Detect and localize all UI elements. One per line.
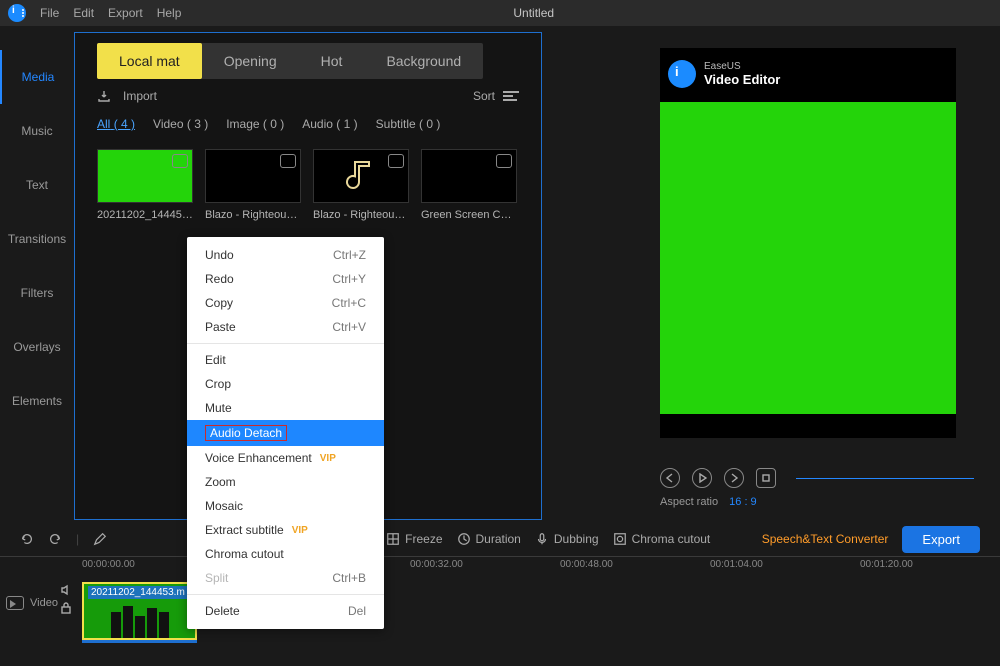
media-tabs: Local mat Opening Hot Background — [97, 43, 483, 79]
preview-brand1: EaseUS — [704, 61, 780, 72]
menu-help[interactable]: Help — [157, 6, 182, 20]
menu-edit[interactable]: Edit — [73, 6, 94, 20]
next-frame-button[interactable] — [724, 468, 744, 488]
tab-opening[interactable]: Opening — [202, 43, 299, 79]
rail-transitions[interactable]: Transitions — [0, 212, 74, 266]
rail-media[interactable]: Media — [0, 50, 74, 104]
speech-text-converter[interactable]: Speech&Text Converter — [762, 532, 889, 546]
rail-music[interactable]: Music — [0, 104, 74, 158]
cat-audio[interactable]: Audio ( 1 ) — [302, 117, 357, 131]
lock-track-icon[interactable] — [60, 602, 72, 614]
tab-hot[interactable]: Hot — [299, 43, 365, 79]
ctx-redo[interactable]: RedoCtrl+Y — [187, 267, 384, 291]
thumbs-row: 20211202_144453.m... Blazo - Righteous P… — [75, 135, 541, 235]
menu-export[interactable]: Export — [108, 6, 143, 20]
ruler-tick: 00:01:20.00 — [860, 559, 913, 570]
timeline-clip[interactable]: 20211202_144453.m — [82, 582, 197, 640]
tool-chroma[interactable]: Chroma cutout — [613, 532, 711, 546]
preview-progress[interactable] — [796, 478, 974, 479]
aspect-value[interactable]: 16 : 9 — [729, 496, 757, 508]
thumb-label: Blazo - Righteous Pa... — [313, 209, 409, 221]
timeline: 00:00:00.00 00:00:16.00 00:00:32.00 00:0… — [0, 556, 1000, 666]
menu-bar: File Edit Export Help Untitled — [0, 0, 1000, 26]
cat-video[interactable]: Video ( 3 ) — [153, 117, 208, 131]
rail-elements[interactable]: Elements — [0, 374, 74, 428]
undo-icon[interactable] — [20, 532, 34, 546]
category-row: All ( 4 ) Video ( 3 ) Image ( 0 ) Audio … — [75, 113, 541, 135]
ctx-extract-subtitle[interactable]: Extract subtitleVIP — [187, 518, 384, 542]
import-button[interactable]: Import — [123, 89, 157, 103]
ctx-copy[interactable]: CopyCtrl+C — [187, 291, 384, 315]
ctx-mute[interactable]: Mute — [187, 396, 384, 420]
ctx-mosaic[interactable]: Mosaic — [187, 494, 384, 518]
thumb-item[interactable]: Blazo - Righteous Pa... — [205, 149, 301, 221]
preview-brand2: Video Editor — [704, 72, 780, 87]
timeline-toolbar: | Mosaic Freeze Duration Dubbing Chroma … — [0, 524, 1000, 554]
stop-button[interactable] — [756, 468, 776, 488]
play-button[interactable] — [692, 468, 712, 488]
ctx-crop[interactable]: Crop — [187, 372, 384, 396]
tab-local-mat[interactable]: Local mat — [97, 43, 202, 79]
video-badge-icon — [496, 154, 512, 168]
ctx-voice-enhancement[interactable]: Voice EnhancementVIP — [187, 446, 384, 470]
thumb-label: Blazo - Righteous Pa... — [205, 209, 301, 221]
cat-subtitle[interactable]: Subtitle ( 0 ) — [376, 117, 441, 131]
preview-frame — [660, 102, 956, 414]
cat-all[interactable]: All ( 4 ) — [97, 117, 135, 131]
mute-track-icon[interactable] — [60, 584, 72, 596]
clip-audio-strip — [82, 640, 197, 643]
tab-background[interactable]: Background — [364, 43, 483, 79]
sort-label[interactable]: Sort — [473, 89, 495, 103]
track-head-video: Video — [6, 596, 58, 610]
ruler-tick: 00:01:04.00 — [710, 559, 763, 570]
prev-frame-button[interactable] — [660, 468, 680, 488]
preview-window: EaseUS Video Editor — [660, 48, 956, 438]
import-icon — [97, 89, 111, 103]
context-menu: UndoCtrl+Z RedoCtrl+Y CopyCtrl+C PasteCt… — [187, 237, 384, 629]
time-ruler[interactable]: 00:00:00.00 00:00:16.00 00:00:32.00 00:0… — [0, 556, 1000, 574]
preview-controls — [660, 468, 974, 488]
menu-file[interactable]: File — [40, 6, 59, 20]
redo-icon[interactable] — [48, 532, 62, 546]
thumb-item[interactable]: Green Screen Cutout... — [421, 149, 517, 221]
thumb-label: Green Screen Cutout... — [421, 209, 517, 221]
ruler-tick: 00:00:32.00 — [410, 559, 463, 570]
cat-image[interactable]: Image ( 0 ) — [226, 117, 284, 131]
ctx-chroma-cutout[interactable]: Chroma cutout — [187, 542, 384, 566]
tool-duration[interactable]: Duration — [457, 532, 521, 546]
aspect-label: Aspect ratio — [660, 496, 718, 508]
thumb-item[interactable]: Blazo - Righteous Pa... — [313, 149, 409, 221]
video-badge-icon — [172, 154, 188, 168]
thumb-item[interactable]: 20211202_144453.m... — [97, 149, 193, 221]
ruler-tick: 00:00:48.00 — [560, 559, 613, 570]
tool-freeze[interactable]: Freeze — [386, 532, 442, 546]
rail-filters[interactable]: Filters — [0, 266, 74, 320]
ctx-split: SplitCtrl+B — [187, 566, 384, 590]
rail-text[interactable]: Text — [0, 158, 74, 212]
app-logo-icon — [8, 4, 26, 22]
ctx-zoom[interactable]: Zoom — [187, 470, 384, 494]
export-button[interactable]: Export — [902, 526, 980, 553]
ctx-delete[interactable]: DeleteDel — [187, 599, 384, 623]
clip-name: 20211202_144453.m — [88, 586, 191, 599]
video-track-icon — [6, 596, 24, 610]
thumb-label: 20211202_144453.m... — [97, 209, 193, 221]
ruler-start: 00:00:00.00 — [82, 559, 135, 570]
tool-dubbing[interactable]: Dubbing — [535, 532, 599, 546]
rail-overlays[interactable]: Overlays — [0, 320, 74, 374]
ctx-undo[interactable]: UndoCtrl+Z — [187, 243, 384, 267]
music-note-icon — [314, 150, 408, 202]
ctx-edit[interactable]: Edit — [187, 348, 384, 372]
ctx-paste[interactable]: PasteCtrl+V — [187, 315, 384, 339]
pencil-icon[interactable] — [93, 532, 107, 546]
sort-lines-icon[interactable] — [503, 91, 519, 101]
preview-logo-icon — [668, 60, 696, 88]
ctx-audio-detach[interactable]: Audio Detach — [187, 420, 384, 446]
video-badge-icon — [280, 154, 296, 168]
window-title: Untitled — [195, 6, 992, 20]
